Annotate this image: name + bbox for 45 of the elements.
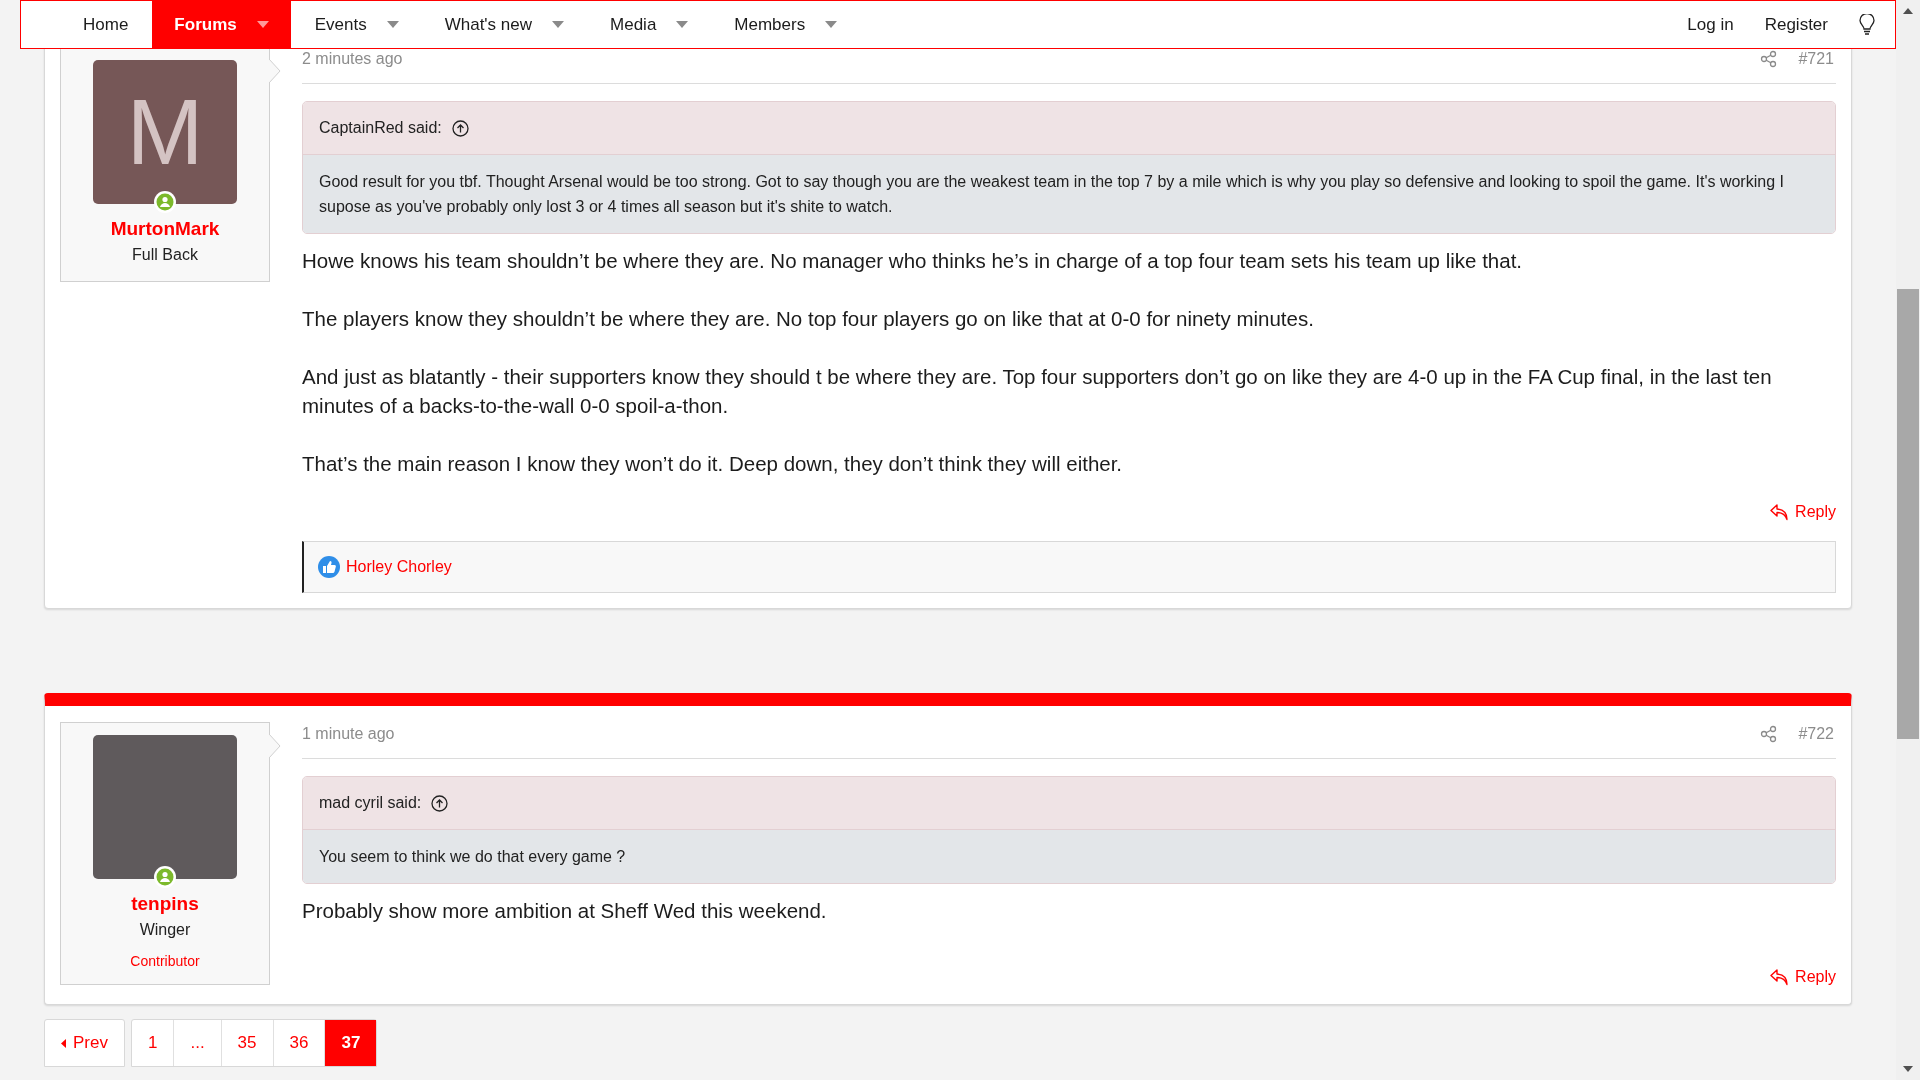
nav-tab[interactable]: Events	[292, 1, 421, 48]
post-paragraph: The players know they shouldn’t be where they are. No top four players go on like that at 0-0 for ninety minutes.	[302, 306, 1315, 332]
nav-tab[interactable]: Forums	[152, 1, 291, 48]
nav-tab[interactable]: Home	[61, 1, 151, 48]
quote-author[interactable]: CaptainRed said:	[319, 116, 442, 140]
post-paragraph: And just as blatantly - their supporters know they should t be where they are. Top four supporters don’t go on like they are 4-0 up in the FA Cup final, in the last ten minutes of a backs-to-the-wall 0-0 spoil-a-thon.	[302, 364, 1773, 419]
user-title: Full Back	[132, 245, 198, 265]
scrollbar-thumb[interactable]	[1897, 289, 1919, 739]
page-number-button[interactable]: 1	[131, 1020, 175, 1066]
reply-link[interactable]: Reply	[1770, 500, 1836, 524]
reaction-user-link[interactable]: Horley Chorley	[346, 555, 452, 579]
scroll-up-arrow-icon[interactable]	[1903, 8, 1913, 14]
quote-author[interactable]: mad cyril said:	[319, 791, 422, 815]
post-timestamp[interactable]: 1 minute ago	[302, 722, 395, 746]
post-paragraph: That’s the main reason I know they won’t do it. Deep down, they don’t think they will either.	[302, 451, 1124, 477]
quote-text: Good result for you tbf. Thought Arsenal would be too strong. Got to say though you are the weakest team in the top 7 by a mile which is why you play so defensive and looking to spoil the game. It's working I supose as you've probably only lost 3 or 4 times all season but it's shite to watch.	[319, 172, 1785, 217]
post-timestamp[interactable]: 2 minutes ago	[302, 47, 403, 71]
thumbs-up-icon	[318, 556, 340, 578]
letter-avatar[interactable]: M	[93, 60, 237, 204]
reply-arrow-icon	[1770, 968, 1790, 986]
user-title: Winger	[139, 920, 191, 940]
quote-text: You seem to think we do that every game ?	[319, 847, 627, 867]
share-icon[interactable]	[1760, 725, 1779, 743]
page-number-button[interactable]: 37	[325, 1020, 377, 1066]
nav-tab[interactable]: Members	[712, 1, 860, 48]
scroll-down-arrow-icon[interactable]	[1903, 1066, 1913, 1072]
reply-arrow-icon	[1770, 503, 1790, 521]
page-number-button[interactable]: 35	[221, 1020, 274, 1066]
post-paragraph: Probably show more ambition at Sheff Wed this weekend.	[302, 898, 828, 924]
page-number-button[interactable]: ...	[174, 1020, 222, 1066]
nav-tab[interactable]: What's new	[422, 1, 587, 48]
nav-link[interactable]: Log in	[1687, 11, 1734, 38]
post-number-link[interactable]: #722	[1798, 722, 1834, 746]
post-number-link[interactable]: #721	[1798, 47, 1834, 71]
caret-left-icon	[61, 1038, 66, 1048]
nav-link[interactable]: Register	[1764, 11, 1828, 38]
user-role-label: Contributor	[130, 952, 200, 970]
share-icon[interactable]	[1760, 50, 1779, 68]
username-link[interactable]: MurtonMark	[110, 217, 220, 241]
username-link[interactable]: tenpins	[131, 892, 199, 916]
previous-page-button[interactable]: Prev	[44, 1019, 125, 1067]
nav-tab[interactable]: Media	[588, 1, 711, 48]
lightbulb-icon[interactable]	[1859, 13, 1875, 36]
post-paragraph: Howe knows his team shouldn’t be where they are. No manager who thinks he’s in charge of a top four team sets his team up like that.	[302, 248, 1524, 274]
reply-link[interactable]: Reply	[1770, 965, 1836, 989]
